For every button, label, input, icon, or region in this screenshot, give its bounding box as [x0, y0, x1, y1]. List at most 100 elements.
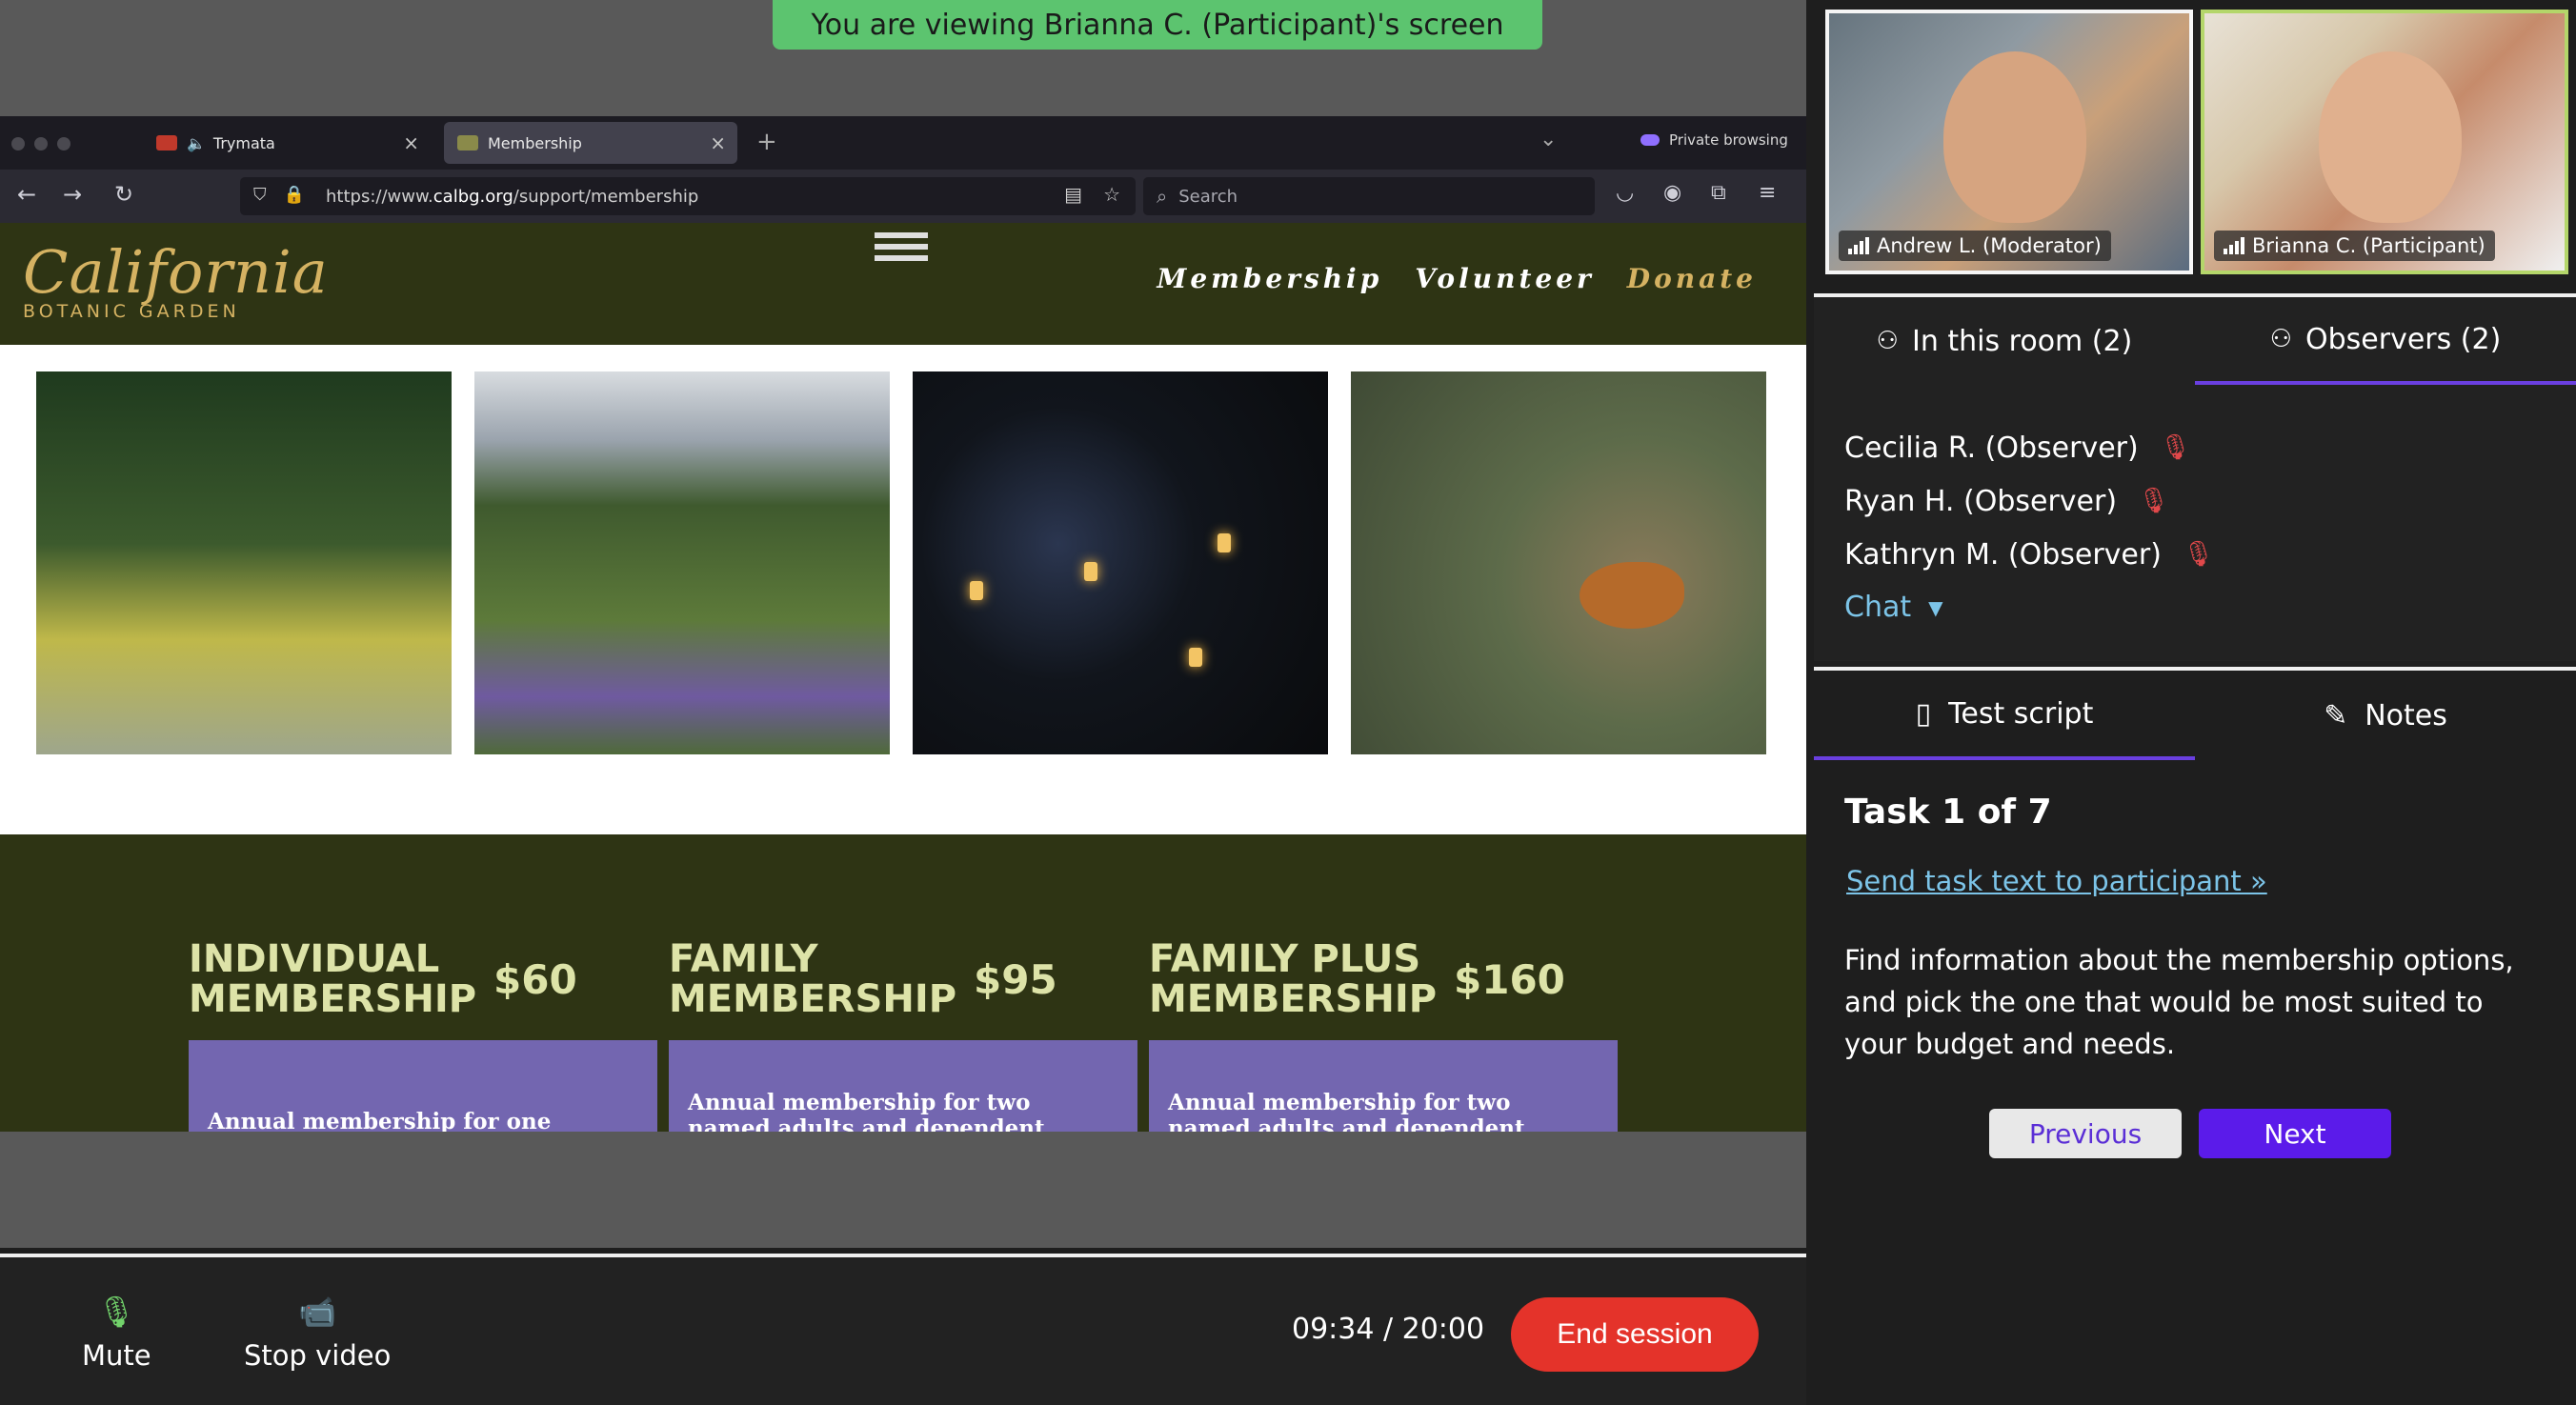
tier-description: Annual membership for one person: [189, 1040, 657, 1132]
stop-video-button[interactable]: 📹 Stop video: [244, 1294, 391, 1372]
browser-tab-trymata[interactable]: 🔈 Trymata ×: [143, 122, 431, 164]
microphone-icon: 🎙: [97, 1294, 136, 1330]
nav-membership[interactable]: Membership: [1157, 263, 1382, 294]
url-text: https://www.calbg.org/support/membership: [326, 186, 699, 207]
pencil-icon: ✎: [2324, 698, 2348, 733]
observer-name: Ryan H. (Observer): [1844, 484, 2118, 518]
mic-off-icon: 🎙: [2182, 540, 2214, 569]
observer-name: Cecilia R. (Observer): [1844, 431, 2139, 465]
mic-off-icon: 🎙: [2159, 433, 2191, 462]
speaker-icon: 🔈: [187, 133, 206, 152]
tier-title: FAMILY MEMBERSHIP: [669, 937, 957, 1021]
trymata-favicon-icon: [156, 135, 177, 151]
previous-button[interactable]: Previous: [1989, 1109, 2182, 1158]
mic-off-icon: 🎙: [2138, 487, 2170, 515]
tab-test-script[interactable]: ▯ Test script: [1814, 671, 2195, 760]
private-browsing-indicator: Private browsing: [1640, 131, 1788, 149]
session-sidebar: Andrew L. (Moderator) Brianna C. (Partic…: [1814, 0, 2576, 1405]
participant-name: Andrew L. (Moderator): [1877, 234, 2102, 257]
list-item: Cecilia R. (Observer) 🎙: [1844, 421, 2214, 474]
window-minimize-dot[interactable]: [34, 137, 48, 151]
tier-family-plus[interactable]: FAMILY PLUS MEMBERSHIP $160 Annual membe…: [1149, 939, 1618, 1132]
account-icon[interactable]: ◉: [1663, 181, 1681, 205]
tier-description: Annual membership for two named adults a…: [669, 1040, 1137, 1132]
video-tile-label: Andrew L. (Moderator): [1839, 231, 2111, 261]
shared-screen: You are viewing Brianna C. (Participant)…: [0, 0, 1806, 1248]
private-mask-icon: [1640, 134, 1660, 146]
tier-description: Annual membership for two named adults a…: [1149, 1040, 1618, 1132]
window-zoom-dot[interactable]: [57, 137, 70, 151]
signal-strength-icon: [1848, 237, 1869, 254]
pocket-icon[interactable]: ◡: [1616, 181, 1634, 205]
stop-video-label: Stop video: [244, 1339, 392, 1372]
close-tab-icon[interactable]: ×: [403, 131, 419, 154]
list-item: Kathryn M. (Observer) 🎙: [1844, 528, 2214, 581]
reload-icon[interactable]: ↻: [114, 181, 133, 208]
task-text: Find information about the membership op…: [1844, 944, 2514, 1060]
tracking-shield-icon[interactable]: ⛉: [253, 185, 267, 205]
next-button[interactable]: Next: [2199, 1109, 2391, 1158]
nav-volunteer[interactable]: Volunteer: [1415, 263, 1595, 294]
bookmark-star-icon[interactable]: ☆: [1103, 183, 1120, 206]
tab-label: Observers (2): [2305, 322, 2502, 356]
participant-face: [2319, 51, 2462, 223]
hamburger-icon[interactable]: [875, 232, 928, 282]
participant-video-tile[interactable]: Brianna C. (Participant): [2201, 10, 2568, 274]
browser-tab-membership[interactable]: Membership ×: [444, 122, 737, 164]
signal-strength-icon: [2224, 237, 2244, 254]
extensions-icon[interactable]: ⧉: [1711, 181, 1726, 205]
hummingbird-photo: [1351, 371, 1766, 754]
tab-in-this-room[interactable]: ⚇ In this room (2): [1814, 297, 2195, 385]
site-header: California BOTANIC GARDEN Membership Vol…: [0, 223, 1806, 345]
tier-price: $95: [974, 956, 1057, 1003]
observer-list: Cecilia R. (Observer) 🎙 Ryan H. (Observe…: [1844, 421, 2214, 581]
search-placeholder: Search: [1178, 186, 1238, 207]
nav-donate[interactable]: Donate: [1627, 263, 1757, 294]
people-icon: ⚇: [2269, 325, 2292, 353]
document-icon: ▯: [1915, 696, 1932, 731]
private-browsing-label: Private browsing: [1669, 131, 1788, 149]
night-lanterns-photo: [913, 371, 1328, 754]
session-timer: 09:34 / 20:00: [1292, 1313, 1485, 1346]
site-nav: Membership Volunteer Donate: [1157, 263, 1757, 294]
lock-icon[interactable]: 🔒: [284, 185, 305, 205]
back-arrow-icon[interactable]: ←: [17, 181, 36, 208]
window-close-dot[interactable]: [11, 137, 25, 151]
new-tab-icon[interactable]: +: [756, 128, 777, 156]
tier-title: FAMILY PLUS MEMBERSHIP: [1149, 937, 1438, 1021]
forward-arrow-icon[interactable]: →: [63, 181, 82, 208]
tier-price: $160: [1454, 956, 1565, 1003]
screen-share-banner: You are viewing Brianna C. (Participant)…: [773, 0, 1542, 50]
chat-toggle[interactable]: Chat ▼: [1844, 591, 1943, 624]
tier-title: INDIVIDUAL MEMBERSHIP: [189, 937, 477, 1021]
tab-notes[interactable]: ✎ Notes: [2195, 671, 2576, 760]
observer-name: Kathryn M. (Observer): [1844, 537, 2162, 572]
end-session-button[interactable]: End session: [1511, 1297, 1759, 1372]
mute-button[interactable]: 🎙 Mute: [82, 1294, 151, 1372]
video-camera-icon: 📹: [298, 1294, 337, 1330]
reader-view-icon[interactable]: ▤: [1064, 183, 1082, 206]
people-icon: ⚇: [1876, 327, 1899, 355]
moderator-video-tile[interactable]: Andrew L. (Moderator): [1825, 10, 2193, 274]
send-task-link[interactable]: Send task text to participant »: [1846, 865, 2267, 897]
search-input[interactable]: ⌕ Search: [1143, 177, 1595, 215]
logo-script: California: [23, 237, 329, 307]
photo-gallery: [0, 345, 1806, 834]
tier-individual[interactable]: INDIVIDUAL MEMBERSHIP $60 Annual members…: [189, 939, 657, 1132]
tab-label: Membership: [488, 133, 582, 152]
participant-name: Brianna C. (Participant): [2252, 234, 2485, 257]
browser-tab-bar: 🔈 Trymata × Membership × + ⌄ Private bro…: [0, 116, 1806, 170]
tier-price: $60: [493, 956, 577, 1003]
task-title: Task 1 of 7: [1844, 793, 2052, 832]
video-tile-label: Brianna C. (Participant): [2214, 231, 2495, 261]
tier-family[interactable]: FAMILY MEMBERSHIP $95 Annual membership …: [669, 939, 1137, 1132]
mountain-meadow-photo: [474, 371, 890, 754]
tab-observers[interactable]: ⚇ Observers (2): [2195, 297, 2576, 385]
menu-icon[interactable]: ≡: [1759, 181, 1776, 205]
browser-toolbar: ← → ↻ ⛉ 🔒 https://www.calbg.org/support/…: [0, 170, 1806, 223]
site-logo[interactable]: California BOTANIC GARDEN: [23, 237, 329, 323]
calbg-favicon-icon: [457, 135, 478, 151]
close-tab-icon[interactable]: ×: [710, 131, 726, 154]
chevron-down-icon[interactable]: ⌄: [1540, 128, 1557, 151]
address-bar[interactable]: ⛉ 🔒 https://www.calbg.org/support/member…: [240, 177, 1136, 215]
